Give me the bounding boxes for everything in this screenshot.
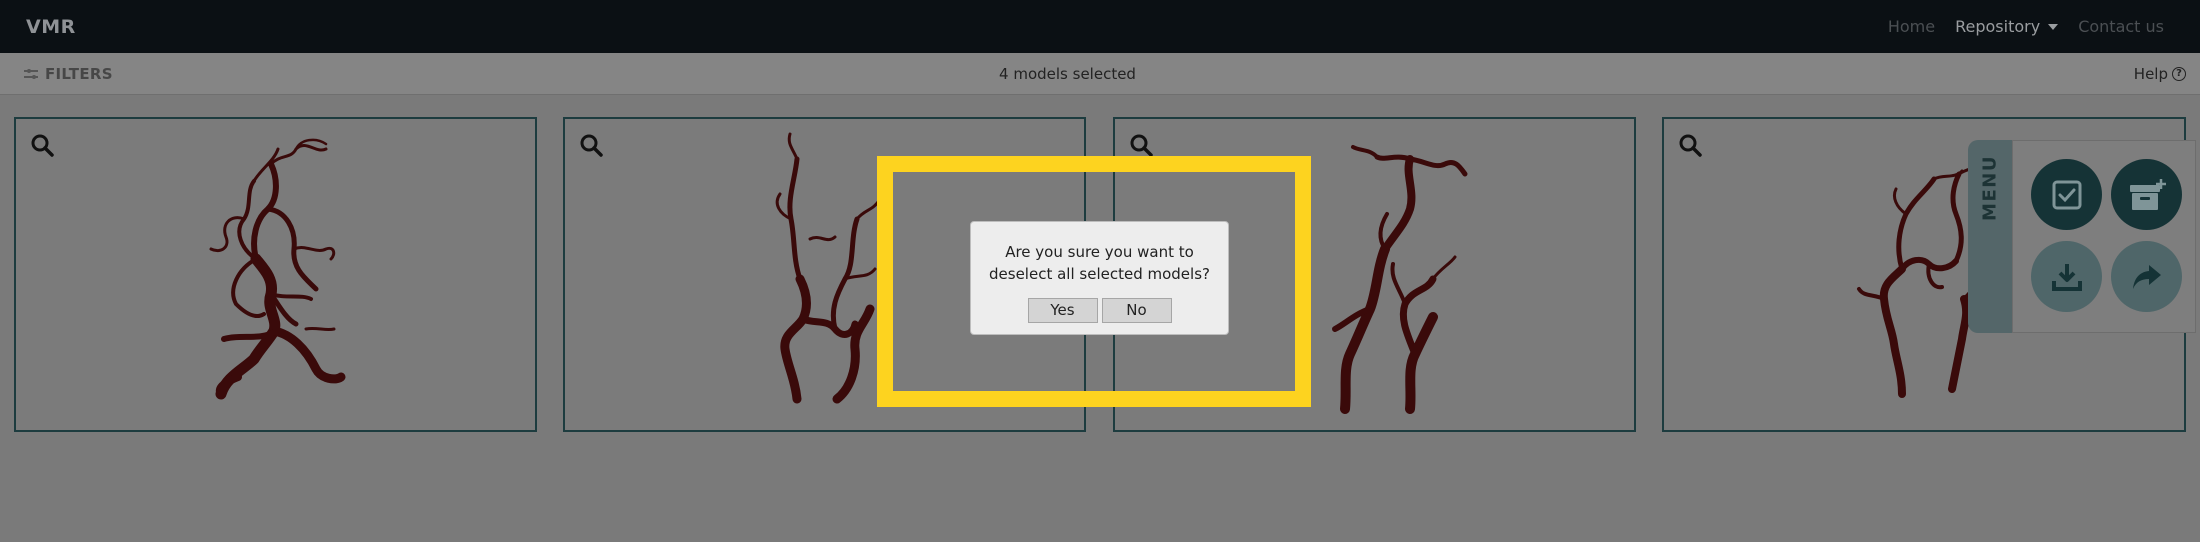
selected-count-text: 4 models selected <box>999 64 1136 83</box>
yes-button[interactable]: Yes <box>1027 298 1098 323</box>
menu-tab[interactable]: MENU <box>1968 140 2012 333</box>
help-button[interactable]: Help ? <box>2134 65 2186 83</box>
dialog-message: Are you sure you want to deselect all se… <box>971 241 1228 285</box>
share-icon <box>2132 264 2161 289</box>
download-button[interactable] <box>2031 241 2102 312</box>
menu-tab-label: MENU <box>1979 155 2001 221</box>
filter-bar: FILTERS 4 models selected Help ? <box>0 53 2200 95</box>
chevron-down-icon <box>2048 23 2059 30</box>
archive-add-icon <box>2129 178 2166 210</box>
question-circle-icon: ? <box>2172 66 2186 81</box>
model-card-1[interactable] <box>14 117 537 432</box>
nav-repository-dropdown[interactable]: Repository <box>1945 17 2068 36</box>
download-icon <box>2051 263 2082 291</box>
confirm-dialog: Are you sure you want to deselect all se… <box>970 221 1229 335</box>
nav-repository-label: Repository <box>1955 17 2041 36</box>
dialog-message-line2: deselect all selected models? <box>989 265 1210 283</box>
brand-logo[interactable]: VMR <box>26 16 76 38</box>
nav-contact-link[interactable]: Contact us <box>2068 17 2174 36</box>
checkbox-icon <box>2052 180 2081 209</box>
side-menu-panel <box>2012 140 2196 333</box>
select-models-button[interactable] <box>2031 159 2102 230</box>
help-label: Help <box>2133 64 2168 83</box>
dialog-message-line1: Are you sure you want to <box>1005 243 1194 261</box>
dialog-buttons: Yes No <box>971 298 1228 323</box>
no-button[interactable]: No <box>1101 298 1172 323</box>
nav-home-link[interactable]: Home <box>1878 17 1945 36</box>
add-to-archive-button[interactable] <box>2111 159 2182 230</box>
share-button[interactable] <box>2111 241 2182 312</box>
nav-links: Home Repository Contact us <box>1878 17 2174 36</box>
top-navbar: VMR Home Repository Contact us <box>0 0 2200 53</box>
vessel-model-image <box>209 138 346 400</box>
